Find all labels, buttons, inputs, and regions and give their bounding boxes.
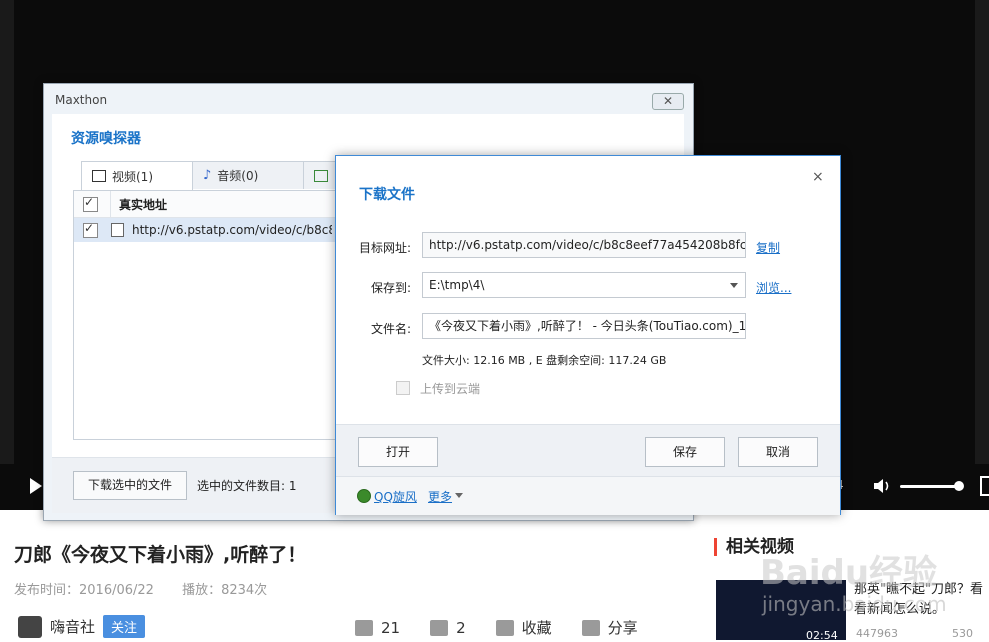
thumbs-down-icon [430, 619, 449, 636]
player-right-edge [975, 0, 989, 510]
dislike-button[interactable]: 2 [430, 617, 466, 638]
watermark-url: jingyan.baidu.com [762, 592, 947, 616]
target-url-field[interactable]: http://v6.pstatp.com/video/c/b8c8eef77a4… [422, 232, 746, 258]
share-label: 分享 [607, 619, 638, 637]
column-header-url: 真实地址 [119, 197, 168, 212]
window-title: Maxthon [55, 93, 108, 107]
save-to-label: 保存到: [370, 281, 411, 295]
size-info: 文件大小: 12.16 MB , E 盘剩余空间: 117.24 GB [422, 354, 667, 367]
film-icon [92, 170, 106, 182]
browse-link[interactable]: 浏览... [756, 279, 791, 296]
related-video-views-2: 530 [952, 627, 973, 640]
select-all-checkbox[interactable] [83, 195, 98, 212]
play-icon[interactable] [30, 478, 42, 494]
tab-audio[interactable]: ♪ 音频(0) [192, 161, 304, 189]
window-close-button[interactable]: ✕ [652, 93, 684, 110]
column-divider [110, 191, 111, 217]
follow-button[interactable]: 关注 [103, 615, 146, 638]
image-icon [314, 169, 328, 182]
sniffer-heading: 资源嗅探器 [71, 131, 141, 147]
volume-slider[interactable] [900, 485, 960, 488]
close-icon[interactable]: × [812, 169, 824, 185]
qq-whirlwind-link[interactable]: QQ旋风 [374, 488, 417, 505]
favorite-button[interactable]: 收藏 [495, 617, 552, 638]
dialog-title: 下载文件 [359, 187, 415, 203]
save-to-select[interactable]: E:\tmp\4\ [422, 272, 746, 298]
favorite-label: 收藏 [521, 619, 552, 637]
like-count: 21 [381, 618, 401, 637]
publish-time: 发布时间：2016/06/22 [14, 583, 154, 598]
player-left-edge [0, 0, 14, 510]
selected-count: 选中的文件数目: 1 [197, 479, 297, 493]
download-selected-button[interactable]: 下载选中的文件 [73, 471, 187, 500]
star-icon [495, 619, 514, 636]
upload-cloud-checkbox[interactable] [396, 381, 410, 395]
filename-field[interactable]: 《今夜又下着小雨》,听醉了！ - 今日头条(TouTiao.com)_1 [422, 313, 746, 339]
thumbs-up-icon [355, 619, 373, 636]
row-url: http://v6.pstatp.com/video/c/b8c8eef7 [132, 223, 332, 237]
like-button[interactable]: 21 [355, 617, 400, 638]
tab-video-label: 视频(1) [112, 169, 153, 184]
dialog-footer: QQ旋风 更多 [336, 476, 840, 515]
fullscreen-icon[interactable] [980, 476, 989, 496]
open-button[interactable]: 打开 [358, 437, 438, 467]
play-count: 播放：8234次 [182, 583, 268, 598]
save-button[interactable]: 保存 [645, 437, 725, 467]
dislike-count: 2 [456, 618, 466, 637]
upload-cloud-label: 上传到云端 [420, 382, 481, 396]
filename-label: 文件名: [370, 322, 411, 336]
more-link[interactable]: 更多 [428, 488, 452, 505]
chevron-down-icon[interactable] [730, 283, 738, 288]
music-note-icon: ♪ [203, 168, 212, 183]
copy-link[interactable]: 复制 [756, 239, 780, 256]
caret-down-icon[interactable] [455, 493, 463, 498]
avatar[interactable] [18, 615, 42, 638]
volume-knob[interactable] [954, 481, 964, 491]
qq-whirlwind-icon [357, 489, 371, 503]
row-checkbox[interactable] [83, 221, 98, 238]
article-meta: 发布时间：2016/06/22 播放：8234次 [14, 579, 291, 598]
share-button[interactable]: 分享 [581, 617, 638, 638]
cancel-button[interactable]: 取消 [738, 437, 818, 467]
watermark: Baidu经验 [760, 553, 938, 593]
tab-audio-label: 音频(0) [217, 169, 259, 183]
tab-video[interactable]: 视频(1) [81, 161, 193, 190]
download-dialog: 下载文件 × 目标网址: http://v6.pstatp.com/video/… [335, 155, 841, 515]
volume-icon[interactable] [873, 477, 893, 495]
author-name[interactable]: 嗨音社 [50, 616, 95, 637]
article-title: 刀郎《今夜又下着小雨》,听醉了！ [14, 544, 307, 566]
related-video-views: 447963 [856, 627, 898, 640]
article-actions: 21 2 收藏 分享 [355, 617, 638, 638]
share-icon [581, 619, 600, 636]
target-url-label: 目标网址: [358, 241, 411, 255]
related-video-duration: 02:54 [806, 629, 838, 642]
file-icon [111, 223, 124, 237]
author-bar: 嗨音社 关注 [18, 615, 146, 638]
